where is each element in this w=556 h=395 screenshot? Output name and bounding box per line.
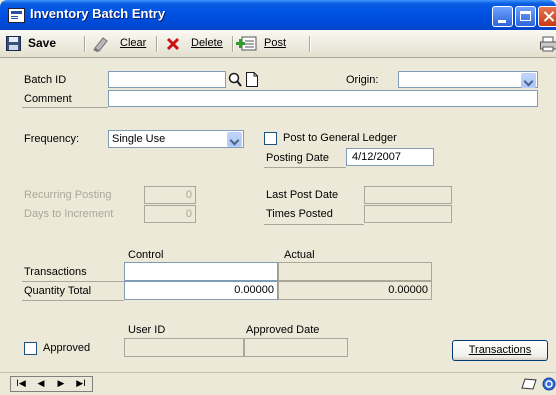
toolbar: Save Clear Delete Post <box>0 30 556 58</box>
posting-date-label: Posting Date <box>266 152 329 164</box>
chevron-down-icon <box>227 132 242 147</box>
days-to-increment-label: Days to Increment <box>24 208 114 220</box>
comment-underline <box>22 107 108 108</box>
approved-label: Approved <box>43 342 91 354</box>
next-record-button[interactable]: ▶ <box>51 377 71 391</box>
times-posted-field <box>364 205 452 223</box>
comment-field[interactable] <box>108 90 538 107</box>
post-document-icon <box>236 36 257 51</box>
window-form-icon <box>8 8 25 23</box>
transactions-actual-field <box>278 262 432 281</box>
actual-header: Actual <box>284 249 315 261</box>
times-posted-label: Times Posted <box>266 208 333 220</box>
eraser-icon <box>93 37 108 52</box>
frequency-dropdown[interactable]: Single Use <box>108 130 244 148</box>
recurring-posting-label: Recurring Posting <box>24 189 112 201</box>
last-record-button[interactable]: ▶I <box>71 377 91 391</box>
post-label: Post <box>264 37 287 49</box>
new-document-icon[interactable] <box>246 72 258 87</box>
transactions-control-field[interactable] <box>124 262 278 281</box>
frequency-label: Frequency: <box>24 133 80 145</box>
chevron-down-icon <box>521 73 536 88</box>
posting-date-underline <box>264 167 346 168</box>
help-icon[interactable] <box>542 377 556 391</box>
posting-date-field[interactable]: 4/12/2007 <box>346 148 434 166</box>
close-button[interactable] <box>538 6 556 27</box>
previous-record-button[interactable]: ◀ <box>31 377 51 391</box>
batch-id-label: Batch ID <box>24 74 67 86</box>
floppy-disk-icon <box>6 36 21 51</box>
days-to-increment-field: 0 <box>144 205 196 223</box>
toolbar-separator <box>232 36 233 52</box>
quantity-control-field[interactable]: 0.00000 <box>124 281 278 300</box>
toolbar-separator <box>309 36 310 52</box>
maximize-button[interactable] <box>515 6 536 27</box>
title-bar[interactable]: Inventory Batch Entry <box>0 0 556 30</box>
clear-button[interactable]: Clear <box>92 36 148 52</box>
inventory-batch-entry-window: Inventory Batch Entry Save Clear Delete … <box>0 0 556 395</box>
user-id-field <box>124 338 244 357</box>
red-x-icon <box>166 37 180 51</box>
post-to-gl-checkbox[interactable] <box>264 132 277 145</box>
batch-id-field[interactable] <box>108 71 226 88</box>
approved-checkbox[interactable] <box>24 342 37 355</box>
note-icon[interactable] <box>520 377 538 391</box>
control-header: Control <box>128 249 164 261</box>
window-title: Inventory Batch Entry <box>30 6 166 21</box>
origin-label: Origin: <box>346 74 379 86</box>
status-bar: I◀ ◀ ▶ ▶I <box>0 372 556 395</box>
save-button[interactable]: Save <box>6 36 76 52</box>
minimize-button[interactable] <box>492 6 513 27</box>
printer-icon[interactable] <box>540 36 556 52</box>
delete-label: Delete <box>191 37 223 49</box>
transactions-button[interactable]: Transactions <box>452 340 548 361</box>
approved-date-field <box>244 338 348 357</box>
transactions-underline <box>22 281 124 282</box>
toolbar-separator <box>156 36 157 52</box>
post-to-gl-label: Post to General Ledger <box>283 132 397 144</box>
record-navigator: I◀ ◀ ▶ ▶I <box>10 376 93 392</box>
transactions-label: Transactions <box>24 266 87 278</box>
last-post-date-field <box>364 186 452 204</box>
toolbar-separator <box>84 36 85 52</box>
last-post-date-label: Last Post Date <box>266 189 339 201</box>
first-record-button[interactable]: I◀ <box>11 377 31 391</box>
clear-label: Clear <box>120 37 147 49</box>
comment-label: Comment <box>24 93 72 105</box>
times-posted-underline <box>264 224 364 225</box>
quantity-actual-field: 0.00000 <box>278 281 432 300</box>
save-label: Save <box>28 36 57 50</box>
magnifier-icon[interactable] <box>228 72 242 87</box>
user-id-header: User ID <box>128 324 166 336</box>
delete-button[interactable]: Delete <box>164 36 228 52</box>
approved-date-header: Approved Date <box>246 324 320 336</box>
origin-dropdown[interactable] <box>398 71 538 88</box>
quantity-underline <box>22 300 124 301</box>
post-button[interactable]: Post <box>236 36 296 52</box>
quantity-total-label: Quantity Total <box>24 285 92 297</box>
recurring-posting-field: 0 <box>144 186 196 204</box>
